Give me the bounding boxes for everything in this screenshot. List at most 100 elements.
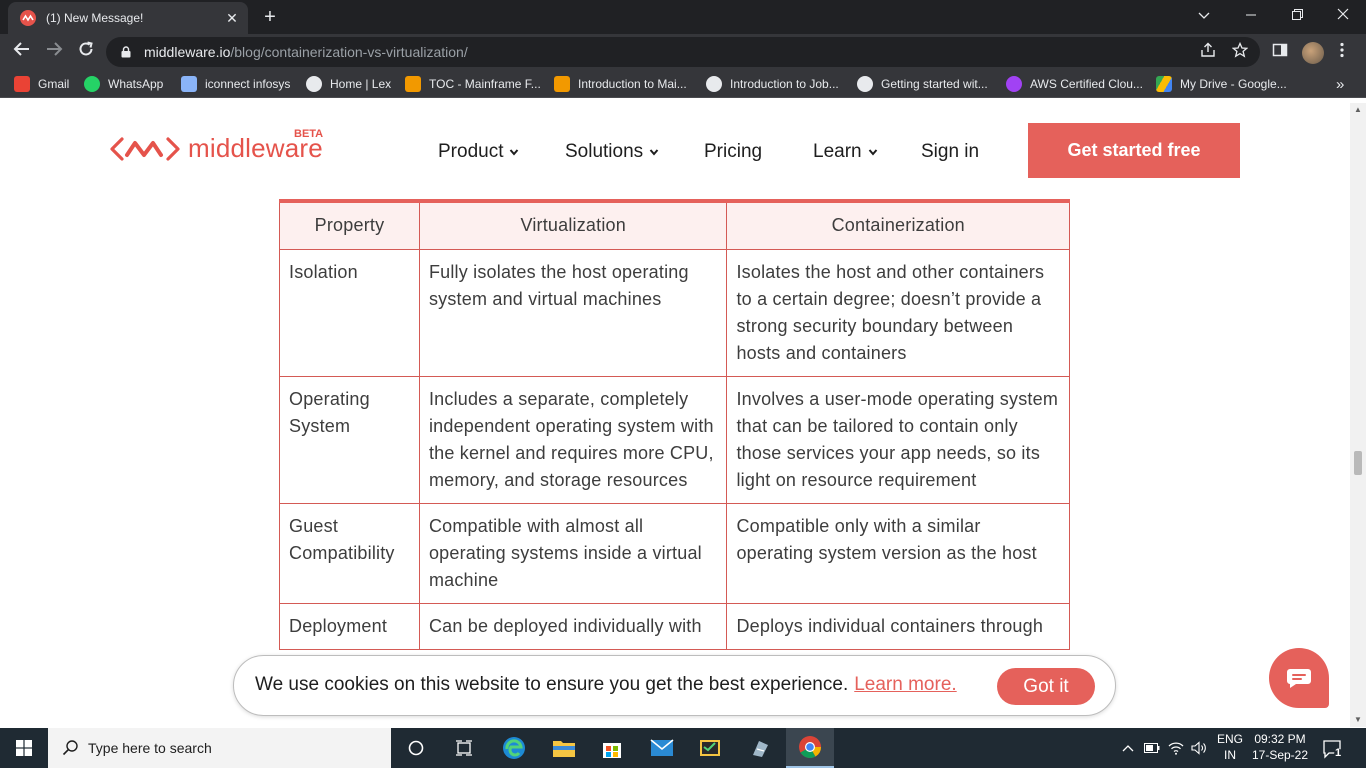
back-icon[interactable] xyxy=(10,40,34,64)
cortana-icon[interactable] xyxy=(392,728,440,768)
edge-icon[interactable] xyxy=(490,728,538,768)
middleware-logo[interactable]: middleware BETA xyxy=(110,128,323,164)
table-row: Guest Compatibility Compatible with almo… xyxy=(279,502,1070,604)
middleware-favicon-icon xyxy=(20,10,36,26)
table-row: Deployment Can be deployed individually … xyxy=(279,602,1070,650)
browser-toolbar: middleware.io/blog/containerization-vs-v… xyxy=(0,34,1366,70)
more-menu-icon[interactable] xyxy=(1332,42,1352,62)
lock-icon xyxy=(121,46,131,58)
tab-search-chevron-icon[interactable] xyxy=(1181,0,1227,30)
taskbar-search-input[interactable]: Type here to search xyxy=(48,728,391,768)
cell-containerization: Deploys individual containers through xyxy=(726,602,1070,650)
bookmark-whatsapp[interactable]: WhatsApp xyxy=(84,74,163,94)
cell-property: Guest Compatibility xyxy=(279,502,420,604)
minimize-icon[interactable] xyxy=(1228,0,1274,30)
close-window-icon[interactable] xyxy=(1320,0,1366,30)
task-view-icon[interactable] xyxy=(440,728,488,768)
cell-property: Operating System xyxy=(279,375,420,504)
whatsapp-icon xyxy=(84,76,100,92)
battery-icon[interactable] xyxy=(1142,728,1162,768)
cell-containerization: Involves a user-mode operating system th… xyxy=(726,375,1070,504)
column-header-property: Property xyxy=(279,200,420,250)
profile-avatar[interactable] xyxy=(1302,42,1324,64)
bookmark-gmail[interactable]: Gmail xyxy=(14,74,69,94)
cell-virtualization: Can be deployed individually with xyxy=(418,602,728,650)
chrome-taskbar-icon[interactable] xyxy=(786,728,834,768)
bookmarks-bar: Gmail WhatsApp iconnect infosys Home | L… xyxy=(0,70,1366,98)
browser-tab[interactable]: (1) New Message! ✕ xyxy=(8,2,248,34)
mainframe-emulator-icon[interactable] xyxy=(686,728,734,768)
mail-icon[interactable] xyxy=(638,728,686,768)
microsoft-store-icon[interactable] xyxy=(588,728,636,768)
cell-property: Deployment xyxy=(279,602,420,650)
clock-time: 09:32 PM xyxy=(1254,732,1306,746)
course-icon xyxy=(554,76,570,92)
restore-icon[interactable] xyxy=(1274,0,1320,30)
reload-icon[interactable] xyxy=(74,40,98,64)
tab-close-icon[interactable]: ✕ xyxy=(222,10,242,27)
lex-icon xyxy=(857,76,873,92)
learn-more-link[interactable]: Learn more. xyxy=(854,674,956,695)
page-scrollbar[interactable]: ▲ ▼ xyxy=(1350,103,1366,727)
share-icon[interactable] xyxy=(1198,42,1218,62)
nav-pricing[interactable]: Pricing xyxy=(704,141,762,163)
google-drive-icon xyxy=(1156,76,1172,92)
bookmark-home-lex[interactable]: Home | Lex xyxy=(306,74,391,94)
get-started-free-button[interactable]: Get started free xyxy=(1028,123,1240,178)
cookie-banner: We use cookies on this website to ensure… xyxy=(233,655,1116,716)
lex-icon xyxy=(306,76,322,92)
cell-containerization: Compatible only with a similar operating… xyxy=(726,502,1070,604)
cell-virtualization: Fully isolates the host operating system… xyxy=(418,248,728,377)
action-center-icon[interactable]: 1 xyxy=(1322,738,1344,760)
table-row: Operating System Includes a separate, co… xyxy=(279,375,1070,504)
scroll-up-icon[interactable]: ▲ xyxy=(1350,103,1366,117)
lock-bookmark-icon xyxy=(181,76,197,92)
got-it-button[interactable]: Got it xyxy=(997,668,1095,705)
nav-solutions[interactable]: Solutions xyxy=(565,141,659,163)
bookmarks-overflow-icon[interactable]: » xyxy=(1336,74,1344,94)
course-icon xyxy=(405,76,421,92)
side-panel-icon[interactable] xyxy=(1270,42,1290,62)
nav-sign-in[interactable]: Sign in xyxy=(921,141,979,163)
show-hidden-icons-chevron-icon[interactable] xyxy=(1118,728,1138,768)
bookmark-star-icon[interactable] xyxy=(1230,41,1250,62)
forward-icon[interactable] xyxy=(42,40,66,64)
chevron-down-icon xyxy=(510,149,519,156)
bookmark-aws[interactable]: AWS Certified Clou... xyxy=(1006,74,1143,94)
volume-icon[interactable] xyxy=(1189,728,1209,768)
new-tab-button[interactable]: + xyxy=(258,6,282,28)
bookmark-toc-mainframe[interactable]: TOC - Mainframe F... xyxy=(405,74,541,94)
notes-app-icon[interactable] xyxy=(736,728,784,768)
chat-bubble-icon xyxy=(1287,669,1311,688)
scroll-down-icon[interactable]: ▼ xyxy=(1350,713,1366,727)
windows-start-icon[interactable] xyxy=(0,728,48,768)
scrollbar-thumb[interactable] xyxy=(1354,451,1362,475)
chevron-down-icon xyxy=(649,149,659,156)
cell-property: Isolation xyxy=(279,248,420,377)
bookmark-iconnect[interactable]: iconnect infosys xyxy=(181,74,290,94)
web-page: middleware BETA Product Solutions Pricin… xyxy=(0,103,1350,727)
chevron-down-icon xyxy=(868,149,877,156)
wifi-icon[interactable] xyxy=(1166,728,1186,768)
nav-product[interactable]: Product xyxy=(438,141,519,163)
chat-widget-button[interactable] xyxy=(1269,648,1329,708)
cell-virtualization: Includes a separate, completely independ… xyxy=(418,375,728,504)
nav-learn[interactable]: Learn xyxy=(813,141,878,163)
notification-count-badge: 1 xyxy=(1335,747,1342,759)
file-explorer-icon[interactable] xyxy=(540,728,588,768)
gmail-icon xyxy=(14,76,30,92)
table-row: Isolation Fully isolates the host operat… xyxy=(279,248,1070,377)
table-header-row: Property Virtualization Containerization xyxy=(279,200,1070,250)
system-clock[interactable]: 09:32 PM 17-Sep-22 xyxy=(1246,731,1314,763)
bookmark-intro-mai[interactable]: Introduction to Mai... xyxy=(554,74,687,94)
address-bar[interactable]: middleware.io/blog/containerization-vs-v… xyxy=(106,37,1260,67)
bookmark-getting-started[interactable]: Getting started wit... xyxy=(857,74,988,94)
clock-date: 17-Sep-22 xyxy=(1251,748,1309,762)
language-indicator[interactable]: ENG IN xyxy=(1213,731,1247,763)
bookmark-my-drive[interactable]: My Drive - Google... xyxy=(1156,74,1287,94)
bookmark-intro-job[interactable]: Introduction to Job... xyxy=(706,74,839,94)
search-icon xyxy=(62,740,78,756)
search-placeholder: Type here to search xyxy=(88,740,212,756)
cell-containerization: Isolates the host and other containers t… xyxy=(726,248,1070,377)
cell-virtualization: Compatible with almost all operating sys… xyxy=(418,502,728,604)
